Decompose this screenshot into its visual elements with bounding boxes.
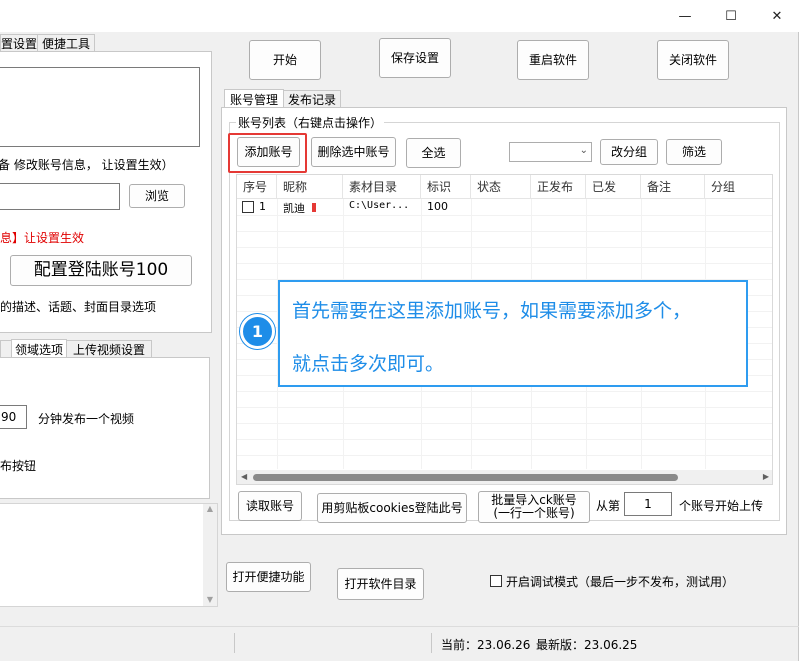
left-publish-panel [0,357,210,499]
start-button[interactable]: 开始 [249,40,321,80]
tab-publish-records[interactable]: 发布记录 [283,90,341,108]
red-hint-text: 息】让设置生效 [0,231,85,245]
start-index-input[interactable]: 1 [624,492,672,516]
delete-selected-button[interactable]: 删除选中账号 [311,137,396,167]
column-header-dir[interactable]: 素材目录 [343,175,421,198]
path-input[interactable] [0,183,120,210]
scroll-down-icon[interactable]: ▼ [203,595,217,604]
info-textarea[interactable] [0,67,200,147]
clipboard-login-button[interactable]: 用剪贴板cookies登陆此号 [317,493,467,523]
open-directory-button[interactable]: 打开软件目录 [337,568,424,600]
close-icon: ✕ [771,8,783,24]
close-software-button[interactable]: 关闭软件 [657,40,729,80]
highlight-box [228,133,307,173]
callout-line-1: 首先需要在这里添加账号，如果需要添加多个， [292,300,692,322]
tab-settings[interactable]: 置设置 [0,34,38,52]
current-version-text: 当前：23.06.26 [441,638,531,652]
interval-input[interactable]: 90 [0,405,27,429]
cell-nickname: 凯迪 [283,202,305,215]
select-all-button[interactable]: 全选 [406,138,461,168]
column-header-status[interactable]: 状态 [471,175,531,198]
debug-mode-label: 开启调试模式（最后一步不发布，测试用） [506,575,735,589]
table-row[interactable]: 1 凯迪 C:\User... 100 [237,199,772,215]
maximize-icon: ☐ [725,8,737,24]
hint-text: 备 修改账号信息， 让设置生效） [0,158,174,172]
scroll-thumb[interactable] [253,474,678,481]
minimize-icon: — [678,8,692,24]
title-bar: — ☐ ✕ [0,0,799,32]
column-header-sent[interactable]: 已发 [586,175,641,198]
step-number-badge: 1 [240,314,275,349]
column-header-note[interactable]: 备注 [641,175,705,198]
row-checkbox[interactable] [242,201,254,213]
interval-label: 分钟发布一个视频 [38,412,135,426]
table-hscrollbar[interactable]: ◀ ▶ [237,470,772,484]
log-textarea[interactable] [0,503,218,607]
minimize-button[interactable]: — [662,0,708,32]
from-suffix-label: 个账号开始上传 [679,499,764,513]
status-divider-2 [431,633,432,653]
column-header-flag[interactable]: 标识 [421,175,471,198]
tab-account-management[interactable]: 账号管理 [224,89,284,109]
tab-upload-settings[interactable]: 上传视频设置 [66,340,152,358]
callout-line-2: 就点击多次即可。 [292,353,445,375]
scroll-right-icon[interactable]: ▶ [763,472,769,481]
column-header-group[interactable]: 分组 [705,175,772,198]
latest-version-text: 最新版：23.06.25 [536,638,638,652]
status-bar: 当前：23.06.26 最新版：23.06.25 [0,626,799,661]
config-login-button[interactable]: 配置登陆账号100 [10,255,192,286]
cell-dir: C:\User... [349,200,410,211]
log-scrollbar[interactable]: ▲ ▼ [203,504,217,606]
cell-index: 1 [259,200,266,213]
filter-button[interactable]: 筛选 [666,139,722,165]
scroll-left-icon[interactable]: ◀ [241,472,247,481]
tab-shortcuts[interactable]: 便捷工具 [37,34,95,52]
restart-button[interactable]: 重启软件 [517,40,589,80]
desc-text: 的描述、话题、封面目录选项 [0,300,157,314]
table-header: 序号 昵称 素材目录 标识 状态 正发布 已发 备注 分组 [237,175,772,199]
open-shortcuts-button[interactable]: 打开便捷功能 [226,562,311,592]
maximize-button[interactable]: ☐ [708,0,754,32]
read-accounts-button[interactable]: 读取账号 [238,491,302,521]
batch-import-button[interactable]: 批量导入ck账号 (一行一个账号) [478,491,590,523]
group-title: 账号列表（右键点击操作） [236,114,385,131]
tab-domain-options[interactable]: 领域选项 [11,339,67,359]
cursor-marker [312,203,316,212]
change-group-button[interactable]: 改分组 [600,139,658,165]
column-header-publishing[interactable]: 正发布 [531,175,586,198]
button-option-text: 布按钮 [0,459,37,473]
cell-flag: 100 [427,200,448,213]
instruction-callout: 首先需要在这里添加账号，如果需要添加多个， 就点击多次即可。 [278,280,748,387]
group-select[interactable]: ⌄ [509,142,592,162]
debug-mode-checkbox[interactable] [490,575,502,587]
close-window-button[interactable]: ✕ [754,0,799,32]
column-header-nickname[interactable]: 昵称 [277,175,343,198]
from-label: 从第 [596,499,621,513]
save-settings-button[interactable]: 保存设置 [379,38,451,78]
column-header-index[interactable]: 序号 [237,175,277,198]
status-divider [234,633,235,653]
app-window: — ☐ ✕ 置设置 便捷工具 备 修改账号信息， 让设置生效） 浏览 息】让设置… [0,0,799,661]
browse-button[interactable]: 浏览 [129,184,185,208]
scroll-up-icon[interactable]: ▲ [203,504,217,513]
chevron-down-icon: ⌄ [579,145,588,156]
